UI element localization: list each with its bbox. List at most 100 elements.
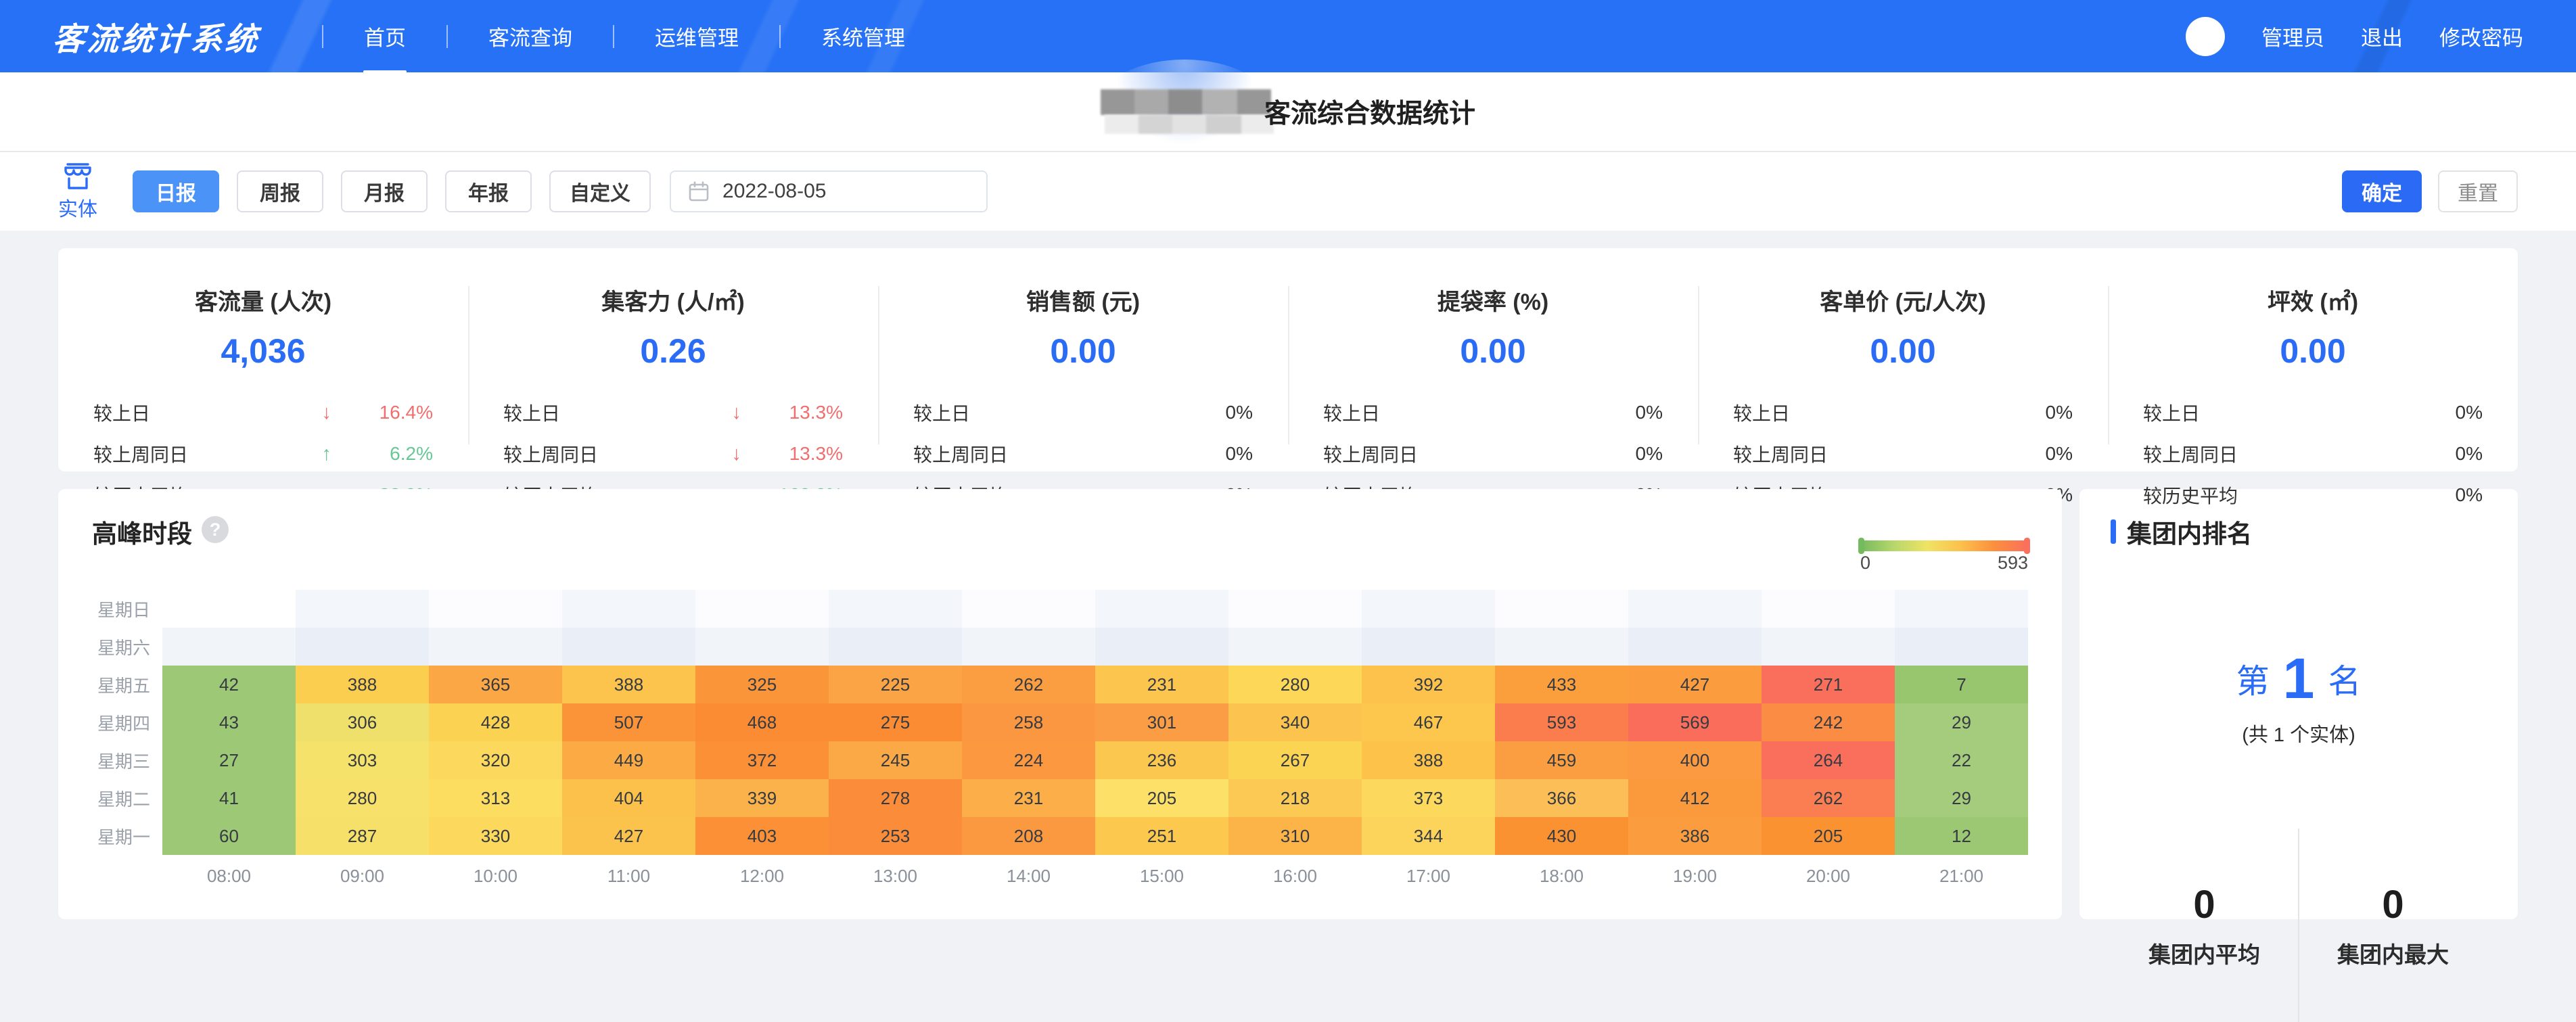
nav-item-ops-management[interactable]: 运维管理 <box>652 16 741 57</box>
heatmap-cell <box>695 590 829 628</box>
tab-daily[interactable]: 日报 <box>133 170 219 212</box>
heatmap-day-label: 星期四 <box>92 703 162 741</box>
heatmap-cell: 225 <box>829 666 962 703</box>
heatmap-cell <box>1495 590 1628 628</box>
heatmap-cell: 218 <box>1228 779 1362 817</box>
heatmap-hour-label: 10:00 <box>429 855 562 893</box>
heatmap-cell: 430 <box>1495 817 1628 855</box>
heatmap-cell: 320 <box>429 741 562 779</box>
heatmap-cell: 242 <box>1762 703 1895 741</box>
heatmap-cell: 400 <box>1628 741 1762 779</box>
metric-title: 销售额 (元) <box>913 283 1253 317</box>
tab-custom[interactable]: 自定义 <box>549 170 651 212</box>
heatmap-cell: 403 <box>695 817 829 855</box>
compare-label: 较上日 <box>1323 399 1380 426</box>
heatmap-cell: 459 <box>1495 741 1628 779</box>
reset-button[interactable]: 重置 <box>2438 170 2518 212</box>
heatmap-cell: 366 <box>1495 779 1628 817</box>
nav-item-home[interactable]: 首页 <box>361 16 409 57</box>
tab-monthly[interactable]: 月报 <box>341 170 428 212</box>
confirm-button[interactable]: 确定 <box>2342 170 2422 212</box>
metric-value: 0.00 <box>1323 331 1663 371</box>
group-max-block: 0 集团内最大 <box>2299 882 2487 969</box>
change-password-button[interactable]: 修改密码 <box>2439 21 2523 51</box>
compare-percent: 13.3% <box>741 443 843 465</box>
heatmap-cell: 280 <box>1228 666 1362 703</box>
metric-title: 客流量 (人次) <box>93 283 433 317</box>
peak-hours-card: 高峰时段 ? 0 593 星期日星期六星期五423883653883252252… <box>58 489 2062 919</box>
ranking-stats: 0 集团内平均 0 集团内最大 <box>2111 829 2487 1022</box>
compare-value-group: ↓13.3% <box>732 402 844 424</box>
heatmap-day-label: 星期三 <box>92 741 162 779</box>
rank-prefix: 第 <box>2236 655 2270 703</box>
user-avatar-icon <box>2186 17 2225 56</box>
legend-min: 0 <box>1860 553 1870 574</box>
heatmap-cell: 372 <box>695 741 829 779</box>
compare-label: 较上周同日 <box>913 440 1008 467</box>
entity-selector[interactable]: 实体 <box>58 161 97 222</box>
compare-percent: 0% <box>1561 402 1663 423</box>
compare-value-group: 0% <box>2381 484 2483 506</box>
ranking-title: 集团内排名 <box>2127 513 2252 550</box>
compare-label: 较上周同日 <box>1733 440 1828 467</box>
heatmap-cell: 569 <box>1628 703 1762 741</box>
heatmap-cell <box>1895 628 2028 666</box>
metric-compare-row: 较上日 0% <box>1323 399 1663 426</box>
heatmap-cell: 404 <box>562 779 695 817</box>
logout-button[interactable]: 退出 <box>2361 21 2403 51</box>
metric-compare-rows: 较上日0%较上周同日0%较历史平均0% <box>2143 399 2483 509</box>
metric-compare-row: 较上日0% <box>1733 399 2073 426</box>
heatmap-cell: 392 <box>1362 666 1495 703</box>
metric-title: 坪效 (㎡) <box>2143 283 2483 317</box>
compare-label: 较上日 <box>913 399 970 426</box>
metric-compare-row: 较上周同日0% <box>2143 440 2483 467</box>
store-icon <box>62 161 94 192</box>
heatmap-cell <box>962 628 1095 666</box>
tab-yearly[interactable]: 年报 <box>445 170 532 212</box>
nav-item-passenger-query[interactable]: 客流查询 <box>486 16 575 57</box>
nav-item-system-management[interactable]: 系统管理 <box>819 16 908 57</box>
metric-value: 0.26 <box>503 331 843 371</box>
heatmap-cell: 310 <box>1228 817 1362 855</box>
heatmap-cell: 7 <box>1895 666 2028 703</box>
heatmap-cell <box>1228 590 1362 628</box>
metric-compare-row: 较上日↓16.4% <box>93 399 433 426</box>
legend-gradient-bar <box>1860 540 2028 551</box>
compare-value-group: ↑6.2% <box>322 443 434 465</box>
heatmap-cell: 245 <box>829 741 962 779</box>
heatmap-cell: 27 <box>162 741 296 779</box>
heatmap-cell: 301 <box>1095 703 1228 741</box>
heatmap-cell: 339 <box>695 779 829 817</box>
heatmap-cell: 205 <box>1762 817 1895 855</box>
metric-compare-row: 较上周同日↑6.2% <box>93 440 433 467</box>
date-picker[interactable]: 2022-08-05 <box>670 170 988 212</box>
metric-value: 0.00 <box>2143 331 2483 371</box>
metric-avg-transaction: 客单价 (元/人次)0.00较上日0%较上周同日0%较历史平均0% <box>1698 252 2108 467</box>
tab-weekly[interactable]: 周报 <box>237 170 323 212</box>
heatmap-cell: 412 <box>1628 779 1762 817</box>
compare-percent: 0% <box>2381 402 2483 423</box>
compare-value-group: 0% <box>1971 402 2073 423</box>
compare-percent: 0% <box>1151 402 1253 423</box>
heatmap-cell: 262 <box>1762 779 1895 817</box>
heatmap-day-label: 星期二 <box>92 779 162 817</box>
heatmap-cell <box>1628 590 1762 628</box>
metric-compare-row: 较上周同日0% <box>1733 440 2073 467</box>
heatmap-cell: 593 <box>1495 703 1628 741</box>
heatmap-hour-label: 13:00 <box>829 855 962 893</box>
app-logo[interactable]: 客流统计系统 <box>51 13 261 60</box>
help-icon[interactable]: ? <box>202 516 229 543</box>
heatmap-day-label: 星期五 <box>92 666 162 703</box>
heatmap-cell <box>429 628 562 666</box>
page-header: 客流综合数据统计 <box>0 72 2576 152</box>
title-accent-bar <box>2111 519 2116 544</box>
heatmap-cell: 467 <box>1362 703 1495 741</box>
heatmap-cell: 205 <box>1095 779 1228 817</box>
heatmap-cell: 208 <box>962 817 1095 855</box>
heatmap-cell <box>162 590 296 628</box>
heatmap-hour-label: 08:00 <box>162 855 296 893</box>
heatmap-axis-corner <box>92 855 162 893</box>
heatmap-cell: 224 <box>962 741 1095 779</box>
heatmap-cell <box>962 590 1095 628</box>
user-name[interactable]: 管理员 <box>2261 21 2324 51</box>
